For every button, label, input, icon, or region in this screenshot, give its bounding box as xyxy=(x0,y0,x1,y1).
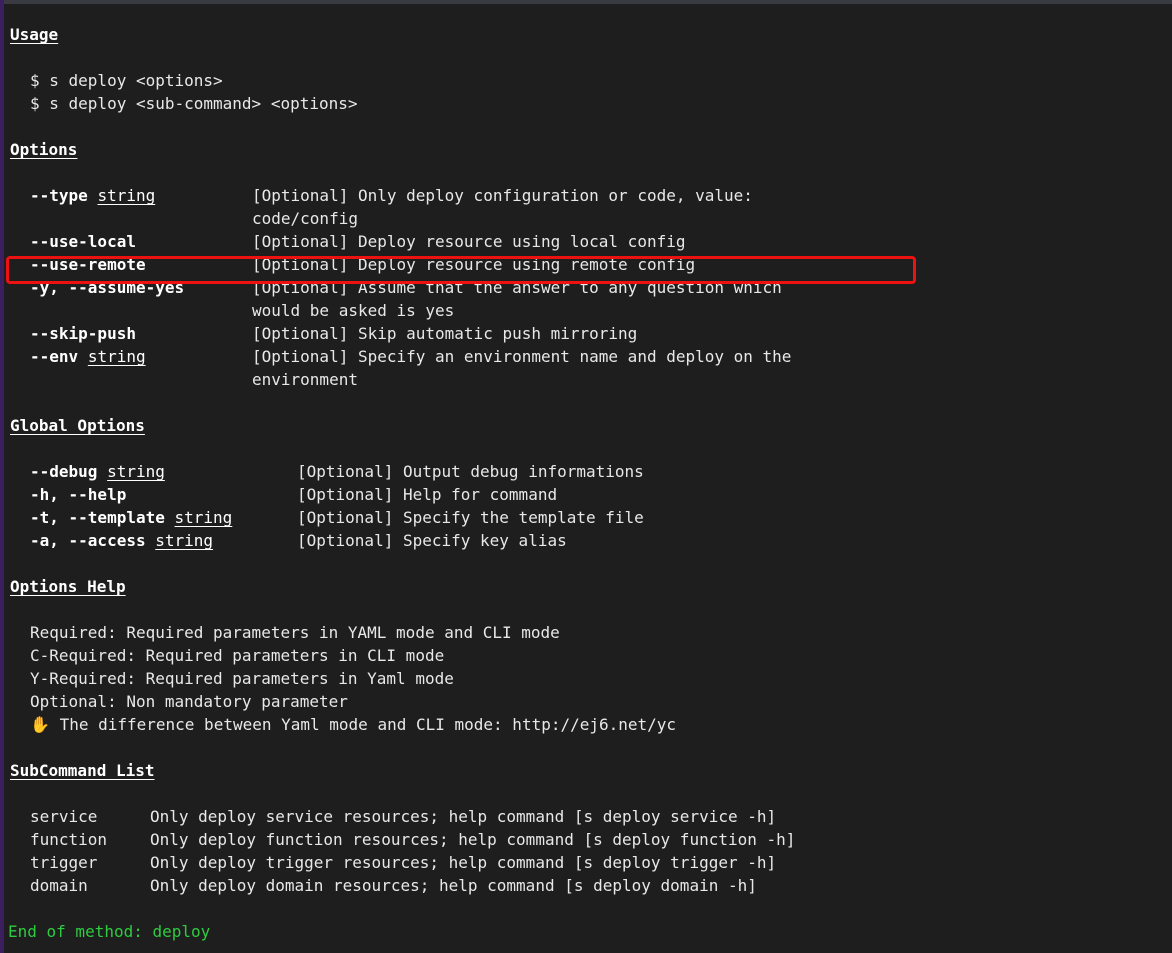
subcommand-name: trigger xyxy=(30,853,98,872)
option-flag: --use-remote xyxy=(30,255,146,274)
global-option-row-template[interactable]: -t, --template string [Optional] Specify… xyxy=(0,506,1172,529)
option-row-env[interactable]: --env string [Optional] Specify an envir… xyxy=(0,345,1172,368)
option-type-hint: string xyxy=(107,462,165,481)
subcommand-description: Only deploy function resources; help com… xyxy=(150,830,796,849)
option-description: [Optional] Help for command xyxy=(297,485,558,504)
option-description-continued: code/config xyxy=(252,209,358,228)
section-heading-global-options: Global Options xyxy=(10,416,145,435)
subcommand-row-domain[interactable]: domain Only deploy domain resources; hel… xyxy=(0,874,1172,897)
section-heading-options: Options xyxy=(10,140,78,159)
option-flag: --env string xyxy=(30,347,146,366)
subcommand-description: Only deploy domain resources; help comma… xyxy=(150,876,757,895)
option-type-hint: string xyxy=(174,508,233,527)
option-type-hint: string xyxy=(97,186,156,205)
option-description: [Optional] Only deploy configuration or … xyxy=(252,186,753,205)
option-type-hint: string xyxy=(155,531,214,550)
terminal-output: Usage $ s deploy <options> $ s deploy <s… xyxy=(0,0,1172,943)
options-help-line-optional: Optional: Non mandatory parameter xyxy=(30,692,348,711)
option-description: [Optional] Skip automatic push mirroring xyxy=(252,324,638,343)
option-description: [Optional] Specify key alias xyxy=(297,531,567,550)
global-option-row-access[interactable]: -a, --access string [Optional] Specify k… xyxy=(0,529,1172,552)
usage-line-1: $ s deploy <options> xyxy=(30,71,223,90)
option-description: [Optional] Specify an environment name a… xyxy=(252,347,792,366)
option-description: [Optional] Output debug informations xyxy=(297,462,644,481)
option-row-skip-push[interactable]: --skip-push [Optional] Skip automatic pu… xyxy=(0,322,1172,345)
subcommand-row-trigger[interactable]: trigger Only deploy trigger resources; h… xyxy=(0,851,1172,874)
section-heading-usage: Usage xyxy=(10,25,59,44)
options-help-line-required: Required: Required parameters in YAML mo… xyxy=(30,623,560,642)
option-description: [Optional] Deploy resource using local c… xyxy=(252,232,686,251)
subcommand-row-service[interactable]: service Only deploy service resources; h… xyxy=(0,805,1172,828)
option-type-hint: string xyxy=(87,347,146,366)
option-row-assume-yes[interactable]: -y, --assume-yes [Optional] Assume that … xyxy=(0,276,1172,299)
section-heading-subcommand-list: SubCommand List xyxy=(10,761,155,780)
options-help-note: ✋ The difference between Yaml mode and C… xyxy=(0,713,1172,736)
option-row-type[interactable]: --type string [Optional] Only deploy con… xyxy=(0,184,1172,207)
option-description: [Optional] Assume that the answer to any… xyxy=(252,278,782,297)
option-flag: --skip-push xyxy=(30,324,136,343)
terminal-window: Usage $ s deploy <options> $ s deploy <s… xyxy=(0,0,1172,953)
option-description-continued: would be asked is yes xyxy=(252,301,455,320)
option-flag: -h, --help xyxy=(30,485,127,504)
global-option-row-help[interactable]: -h, --help [Optional] Help for command xyxy=(0,483,1172,506)
option-flag: -y, --assume-yes xyxy=(30,278,185,297)
raised-hand-icon: ✋ xyxy=(30,715,50,734)
option-description-continued: environment xyxy=(252,370,358,389)
option-flag: --use-local xyxy=(30,232,136,251)
subcommand-name: domain xyxy=(30,876,88,895)
subcommand-name: service xyxy=(30,807,98,826)
options-help-note-text: The difference between Yaml mode and CLI… xyxy=(59,715,677,734)
option-flag: -a, --access string xyxy=(30,531,214,550)
option-row-use-local[interactable]: --use-local [Optional] Deploy resource u… xyxy=(0,230,1172,253)
subcommand-description: Only deploy trigger resources; help comm… xyxy=(150,853,777,872)
option-row-use-remote[interactable]: --use-remote [Optional] Deploy resource … xyxy=(0,253,1172,276)
section-heading-options-help: Options Help xyxy=(10,577,126,596)
usage-line-2: $ s deploy <sub-command> <options> xyxy=(30,94,358,113)
option-description: [Optional] Deploy resource using remote … xyxy=(252,255,696,274)
subcommand-description: Only deploy service resources; help comm… xyxy=(150,807,777,826)
option-flag: -t, --template string xyxy=(30,508,233,527)
option-flag: --type string xyxy=(30,186,156,205)
option-flag: --debug string xyxy=(30,462,165,481)
options-help-line-y-required: Y-Required: Required parameters in Yaml … xyxy=(30,669,454,688)
end-of-method-message: End of method: deploy xyxy=(8,922,211,941)
subcommand-name: function xyxy=(30,830,108,849)
global-option-row-debug[interactable]: --debug string [Optional] Output debug i… xyxy=(0,460,1172,483)
options-help-line-c-required: C-Required: Required parameters in CLI m… xyxy=(30,646,445,665)
option-description: [Optional] Specify the template file xyxy=(297,508,644,527)
subcommand-row-function[interactable]: function Only deploy function resources;… xyxy=(0,828,1172,851)
